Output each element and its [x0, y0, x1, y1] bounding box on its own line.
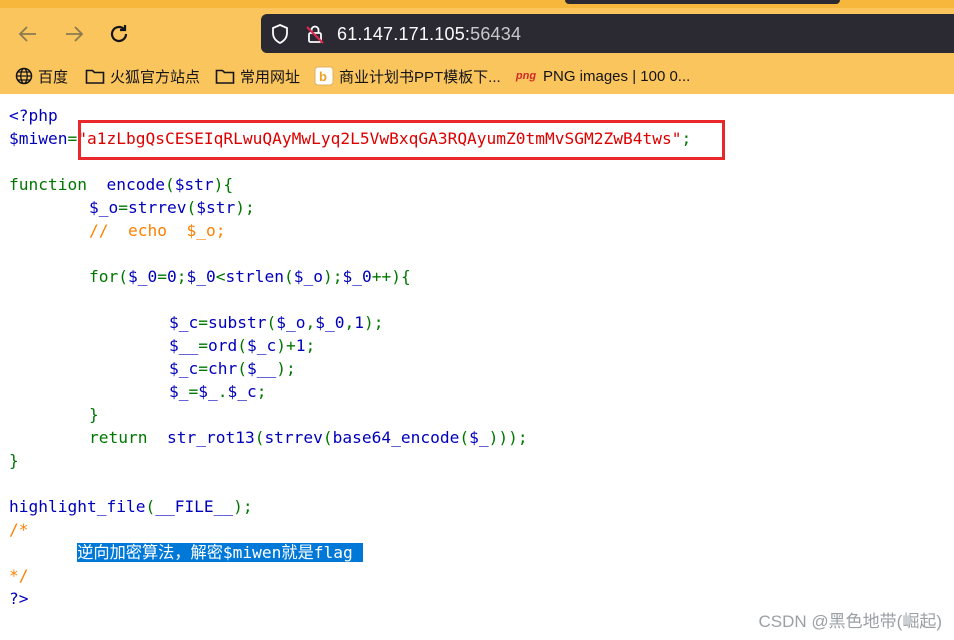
bookmark-png-images[interactable]: png PNG images | 100 0...: [514, 61, 690, 91]
bookmark-favicon-icon: b: [314, 66, 334, 86]
code-line-ord: $__=ord($_c)+1;: [169, 336, 316, 355]
globe-icon: [15, 67, 33, 85]
forward-button[interactable]: [60, 20, 88, 48]
code-line-open-tag: <?php: [9, 106, 58, 125]
bookmark-label: 商业计划书PPT模板下...: [339, 68, 501, 86]
active-tab-edge[interactable]: [565, 0, 840, 4]
reload-icon: [110, 25, 128, 43]
selected-hint-text[interactable]: 逆向加密算法，解密$miwen就是flag: [77, 543, 363, 562]
code-line-function: function encode($str){: [9, 175, 234, 194]
code-line-comment-echo: // echo $_o;: [89, 221, 226, 240]
folder-icon: [85, 68, 105, 85]
bookmark-label: 常用网址: [240, 68, 301, 86]
php-source-view: <?php $miwen="a1zLbgQsCESEIqRLwuQAyMwLyq…: [0, 94, 954, 640]
shield-icon[interactable]: [270, 23, 290, 45]
code-line-function-close: }: [9, 451, 19, 470]
code-line-for: for($_0=0;$_0<strlen($_o);$_0++){: [89, 267, 411, 286]
code-line-comment-open: /*: [9, 520, 29, 539]
code-line-hint[interactable]: 逆向加密算法，解密$miwen就是flag: [9, 541, 363, 564]
bookmark-firefox-site[interactable]: 火狐官方站点: [85, 61, 200, 91]
browser-toolbar: 61.147.171.105:56434 百度 火狐官方站点 常用网址 b 商业…: [0, 0, 954, 94]
code-line-concat: $_=$_.$_c;: [169, 382, 267, 401]
insecure-lock-icon[interactable]: [304, 23, 326, 45]
code-line-return: return str_rot13(strrev(base64_encode($_…: [89, 428, 528, 447]
code-line-highlight-file: highlight_file(__FILE__);: [9, 497, 253, 516]
code-line-for-close: }: [89, 405, 99, 424]
bookmarks-toolbar: 百度 火狐官方站点 常用网址 b 商业计划书PPT模板下... png PNG …: [0, 61, 954, 91]
csdn-watermark: CSDN @黑色地带(崛起): [758, 612, 942, 631]
reload-button[interactable]: [105, 20, 133, 48]
arrow-left-icon: [18, 26, 36, 42]
bookmark-label: 百度: [38, 68, 69, 86]
bookmark-common-sites[interactable]: 常用网址: [215, 61, 300, 91]
bookmark-baidu[interactable]: 百度: [15, 61, 68, 91]
code-line-strrev: $_o=strrev($str);: [89, 198, 255, 217]
code-line-comment-close: */: [9, 566, 29, 585]
svg-text:b: b: [319, 69, 327, 84]
code-line-substr: $_c=substr($_o,$_0,1);: [169, 313, 384, 332]
folder-icon: [215, 68, 235, 85]
code-line-chr: $_c=chr($__);: [169, 359, 296, 378]
code-line-close-tag: ?>: [9, 589, 29, 608]
png-favicon-icon: png: [515, 70, 537, 82]
annotation-highlight-box: [78, 120, 725, 160]
arrow-right-icon: [66, 26, 84, 42]
address-bar[interactable]: 61.147.171.105:56434: [261, 14, 954, 53]
bookmark-label: 火狐官方站点: [110, 68, 201, 86]
url-text[interactable]: 61.147.171.105:56434: [337, 24, 521, 45]
back-button[interactable]: [14, 20, 42, 48]
bookmark-label: PNG images | 100 0...: [543, 67, 691, 85]
bookmark-business-plan[interactable]: b 商业计划书PPT模板下...: [314, 61, 501, 91]
